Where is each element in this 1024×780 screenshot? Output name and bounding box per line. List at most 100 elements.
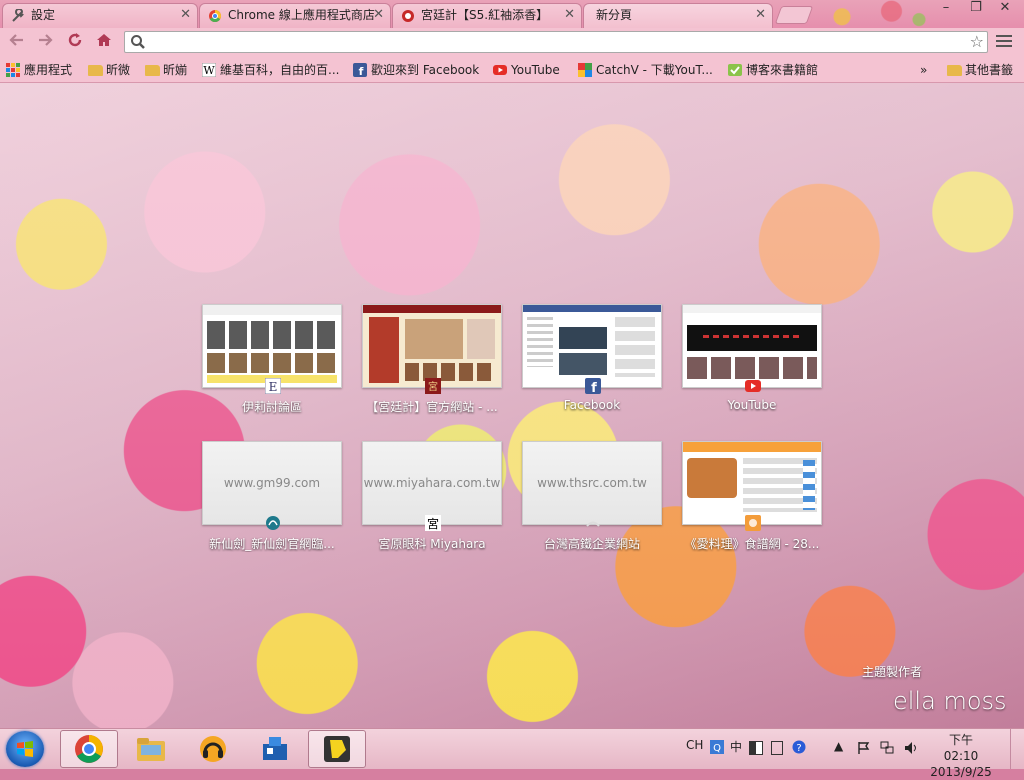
close-icon[interactable]: ✕ <box>755 4 766 26</box>
tab-new-tab[interactable]: 新分頁 ✕ <box>583 3 773 28</box>
tile-url: www.thsrc.com.tw <box>537 476 647 490</box>
bookmark-books[interactable]: 博客來書籍館 <box>728 61 818 79</box>
most-visited-tile[interactable]: 《愛料理》食譜網 - 28... <box>682 441 822 552</box>
network-icon[interactable] <box>880 741 894 755</box>
wikipedia-icon: W <box>202 63 216 77</box>
svg-text:f: f <box>591 381 597 394</box>
new-tab-button[interactable] <box>774 6 814 24</box>
help-icon[interactable]: ? <box>792 740 806 754</box>
most-visited-tile[interactable]: E 伊莉討論區 <box>202 304 342 415</box>
bookmark-other[interactable]: 其他書籤 <box>947 61 1013 79</box>
omnibox[interactable]: ☆ <box>124 31 988 53</box>
ime-settings-icon[interactable] <box>771 741 783 755</box>
minimize-button[interactable]: – <box>932 0 960 18</box>
close-icon[interactable]: ✕ <box>564 4 575 26</box>
forward-arrow-icon <box>39 34 53 46</box>
icook-icon <box>745 515 761 531</box>
svg-text:f: f <box>359 65 364 77</box>
bookmark-facebook[interactable]: f 歡迎來到 Facebook <box>353 61 479 79</box>
theme-decoration <box>820 0 930 28</box>
tile-thumbnail <box>362 304 502 388</box>
tray-expand-icon[interactable]: ▲ <box>834 739 843 753</box>
most-visited-tile[interactable]: www.miyahara.com.tw 宮 宮原眼科 Miyahara <box>362 441 502 552</box>
app-icon <box>263 737 287 760</box>
tab-chrome-webstore[interactable]: Chrome 線上應用程式商店 ✕ <box>199 3 391 28</box>
site-icon <box>402 10 414 22</box>
theme-author-link[interactable]: ella moss <box>893 687 1007 715</box>
system-clock[interactable]: 下午 02:10 2013/9/25 <box>930 732 992 780</box>
tab-label: 宮廷計【S5.紅袖添香】 <box>421 8 549 22</box>
bookmark-folder-2[interactable]: 昕媊 <box>145 61 187 79</box>
svg-text:E: E <box>269 380 278 394</box>
taskbar-explorer[interactable] <box>122 730 180 768</box>
chrome-menu-icon[interactable] <box>996 35 1012 49</box>
most-visited-tile[interactable]: www.thsrc.com.tw 台灣高鐵企業網站 <box>522 441 662 552</box>
bookmark-youtube[interactable]: YouTube <box>493 61 560 79</box>
action-center-flag-icon[interactable] <box>857 741 871 755</box>
palace-site-icon: 宮 <box>425 378 441 394</box>
taskbar-app-yellow[interactable] <box>308 730 366 768</box>
bookmark-label: 其他書籤 <box>965 63 1014 77</box>
wrench-icon <box>12 9 24 22</box>
windows-logo-icon <box>17 741 33 757</box>
bookmarks-overflow-button[interactable]: » <box>920 61 927 79</box>
bookmark-label: 歡迎來到 Facebook <box>371 63 480 77</box>
tile-thumbnail: www.gm99.com <box>202 441 342 525</box>
home-icon <box>97 34 111 46</box>
bookmark-catchv[interactable]: CatchV - 下載YouT... <box>578 61 713 79</box>
search-icon <box>131 35 145 49</box>
tile-title: 宮原眼科 Miyahara <box>378 537 486 551</box>
bookmark-label: 昕媊 <box>163 63 188 77</box>
bookmark-folder-1[interactable]: 昕微 <box>88 61 130 79</box>
ime-mode-indicator[interactable]: 中 <box>730 738 742 755</box>
most-visited-tile[interactable]: f Facebook <box>522 304 662 412</box>
maximize-button[interactable]: ❐ <box>962 0 990 18</box>
tab-palace-site[interactable]: 宮廷計【S5.紅袖添香】 ✕ <box>392 3 582 28</box>
youtube-icon <box>745 380 761 392</box>
most-visited-tile[interactable]: 宮 【宮廷計】官方網站 - ... <box>362 304 502 415</box>
tile-title: 《愛料理》食譜網 - 28... <box>684 537 820 551</box>
taskbar-app-blue[interactable] <box>246 730 304 768</box>
taskbar-chrome[interactable] <box>60 730 118 768</box>
svg-text:Q: Q <box>713 743 721 754</box>
tile-title: YouTube <box>727 398 777 412</box>
ime-icon[interactable]: Q <box>710 740 724 754</box>
most-visited-tile[interactable]: YouTube <box>682 304 822 412</box>
tile-title: Facebook <box>563 398 621 412</box>
bookmark-wikipedia[interactable]: W 維基百科，自由的百... <box>202 61 339 79</box>
catchv-icon <box>578 63 592 77</box>
language-indicator[interactable]: CH <box>686 738 703 752</box>
close-window-button[interactable]: ✕ <box>988 0 1022 18</box>
bookmark-label: 維基百科，自由的百... <box>220 63 340 77</box>
close-icon[interactable]: ✕ <box>180 4 191 26</box>
folder-icon <box>947 65 962 76</box>
back-button[interactable] <box>6 32 28 54</box>
fullwidth-icon[interactable] <box>749 741 763 755</box>
bookmark-apps[interactable]: 應用程式 <box>6 61 72 79</box>
tab-settings[interactable]: 設定 ✕ <box>2 3 198 28</box>
folder-icon <box>137 738 165 761</box>
bookmark-label: YouTube <box>511 63 560 77</box>
svg-text:?: ? <box>796 743 801 754</box>
chrome-icon <box>75 735 103 763</box>
most-visited-tile[interactable]: www.gm99.com 新仙劍_新仙劍官網臨... <box>202 441 342 552</box>
close-icon[interactable]: ✕ <box>373 4 384 26</box>
bookmark-star-icon[interactable]: ☆ <box>970 33 984 51</box>
folder-icon <box>145 65 160 76</box>
reload-button[interactable] <box>64 32 86 54</box>
start-button[interactable] <box>6 731 44 767</box>
tab-label: Chrome 線上應用程式商店 <box>228 8 375 22</box>
back-arrow-icon <box>9 34 23 46</box>
show-desktop-button[interactable] <box>1010 729 1024 769</box>
facebook-icon: f <box>585 378 601 394</box>
address-input[interactable] <box>149 33 953 53</box>
svg-text:宮: 宮 <box>428 380 438 393</box>
eyny-icon: E <box>265 378 281 394</box>
volume-icon[interactable] <box>904 741 920 755</box>
home-button[interactable] <box>93 32 115 54</box>
taskbar-media-player[interactable] <box>184 730 242 768</box>
tile-thumbnail <box>202 304 342 388</box>
svg-text:宮: 宮 <box>427 516 439 531</box>
forward-button[interactable] <box>34 32 56 54</box>
bookmark-label: CatchV - 下載YouT... <box>596 63 713 77</box>
